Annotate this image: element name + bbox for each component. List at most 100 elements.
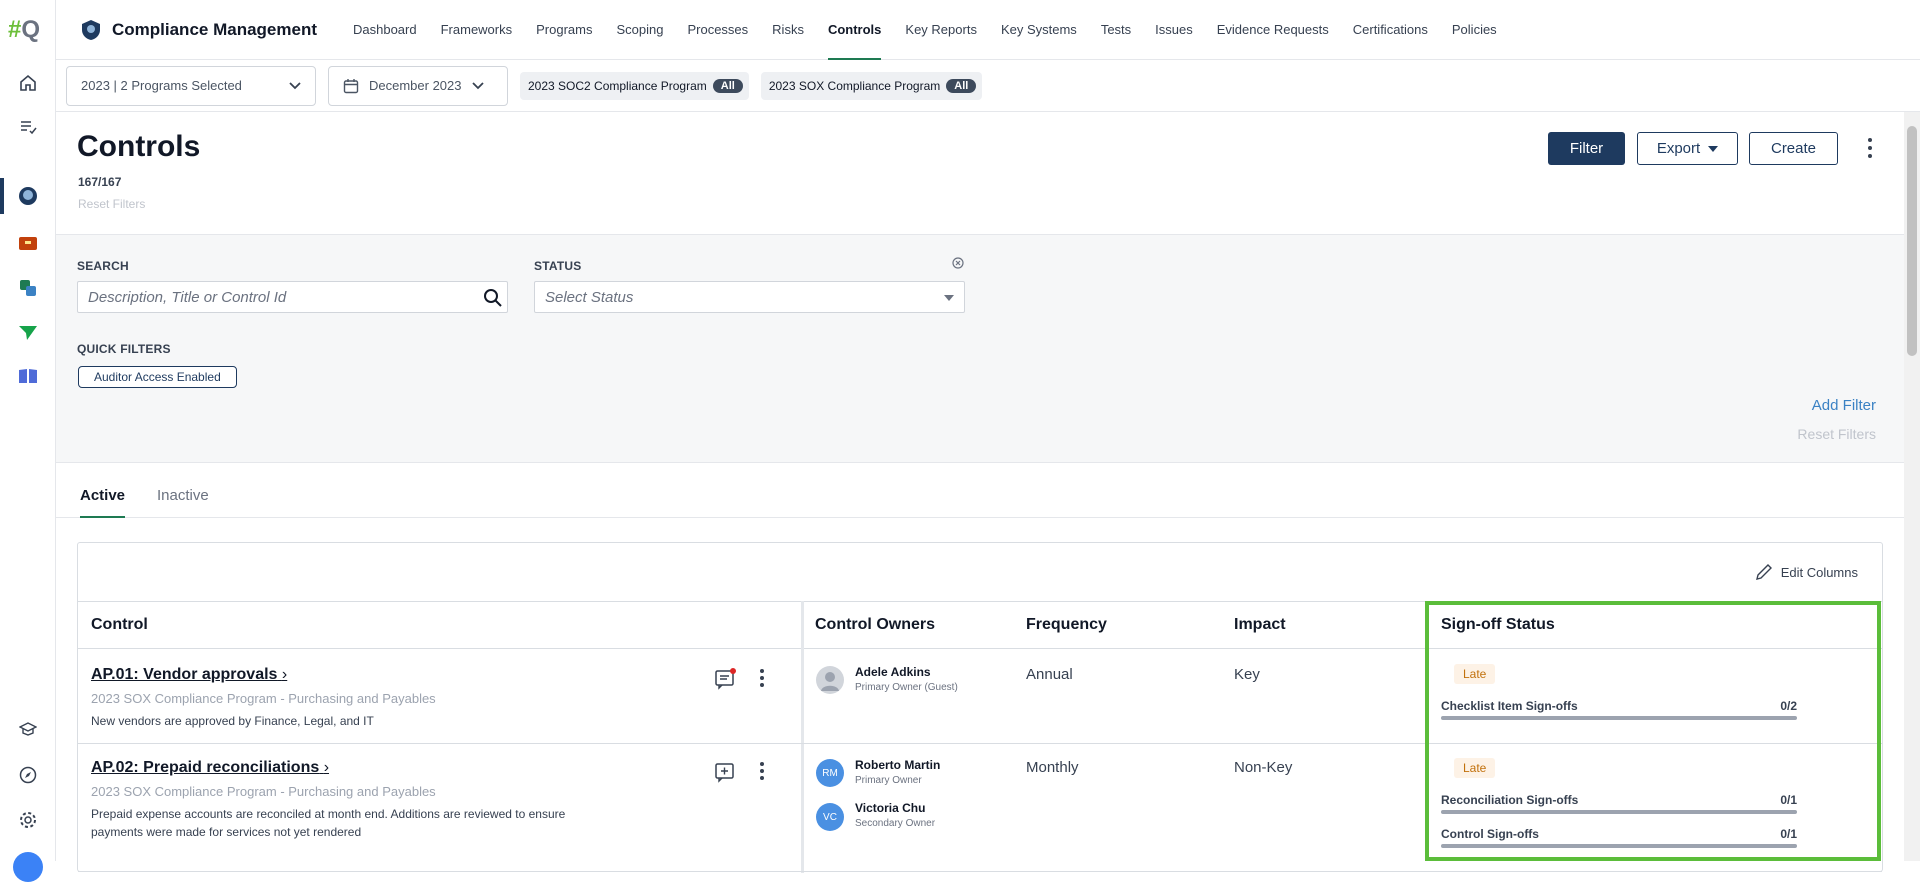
program-chip-label: 2023 SOX Compliance Program: [768, 78, 941, 93]
chevron-right-icon: ›: [281, 666, 288, 683]
row-more-options-icon[interactable]: [754, 761, 770, 781]
status-select[interactable]: Select Status: [534, 281, 965, 313]
clear-status-icon[interactable]: [952, 257, 964, 269]
chevron-down-icon: [471, 81, 484, 89]
left-rail: #Q: [0, 0, 56, 882]
edit-columns-label: Edit Columns: [1780, 564, 1858, 580]
chevron-right-icon: ›: [323, 759, 330, 776]
quick-filter-auditor-access[interactable]: Auditor Access Enabled: [78, 366, 237, 388]
add-comment-icon[interactable]: [714, 761, 736, 783]
tab-active[interactable]: Active: [80, 487, 126, 518]
comment-unread-icon[interactable]: [714, 668, 736, 690]
owner-avatar: RM: [816, 759, 844, 787]
edit-columns-button[interactable]: Edit Columns: [1755, 563, 1858, 581]
app-title: Compliance Management: [112, 19, 317, 39]
owner-name: Roberto Martin: [855, 758, 941, 772]
nav-key-systems[interactable]: Key Systems: [989, 0, 1089, 60]
owner-role: Secondary Owner: [855, 818, 936, 829]
program-select-value: 2023 | 2 Programs Selected: [81, 78, 242, 93]
user-avatar[interactable]: [13, 852, 43, 882]
control-program: 2023 SOX Compliance Program - Purchasing…: [91, 784, 436, 799]
sync-icon[interactable]: [16, 276, 40, 300]
export-button-label: Export: [1656, 140, 1701, 157]
calendar-icon: [343, 78, 359, 93]
signoff-status-highlight: [1425, 601, 1881, 861]
book-icon[interactable]: [16, 364, 40, 388]
send-icon[interactable]: [16, 321, 40, 345]
nav-controls[interactable]: Controls: [816, 0, 893, 60]
search-placeholder: Description, Title or Control Id: [88, 288, 287, 306]
top-navigation: Compliance Management Dashboard Framewor…: [56, 0, 1920, 60]
nav-programs[interactable]: Programs: [524, 0, 604, 60]
control-program: 2023 SOX Compliance Program - Purchasing…: [91, 691, 436, 706]
tab-inactive[interactable]: Inactive: [157, 487, 209, 516]
app-logo[interactable]: #Q: [8, 16, 40, 44]
caret-down-icon: [944, 295, 954, 301]
status-placeholder: Select Status: [545, 288, 634, 306]
column-header-control-owners[interactable]: Control Owners: [815, 616, 935, 634]
search-input[interactable]: Description, Title or Control Id: [77, 281, 508, 313]
owner-avatar: VC: [816, 803, 844, 831]
nav-scoping[interactable]: Scoping: [604, 0, 675, 60]
create-button[interactable]: Create: [1749, 132, 1838, 165]
program-chip-label: 2023 SOC2 Compliance Program: [528, 78, 707, 93]
owner-avatar: [816, 666, 844, 694]
status-label: STATUS: [534, 259, 582, 273]
control-title-link[interactable]: AP.02: Prepaid reconciliations ›: [91, 759, 329, 777]
folder-icon[interactable]: [16, 231, 40, 255]
page-scrollbar[interactable]: [1904, 112, 1920, 861]
column-header-impact[interactable]: Impact: [1234, 616, 1286, 634]
page-header: Controls 167/167 Reset Filters Filter Ex…: [56, 112, 1904, 234]
add-filter-link[interactable]: Add Filter: [1812, 397, 1876, 414]
search-label: SEARCH: [77, 259, 129, 273]
nav-certifications[interactable]: Certifications: [1341, 0, 1440, 60]
nav-key-reports[interactable]: Key Reports: [893, 0, 989, 60]
nav-processes[interactable]: Processes: [675, 0, 760, 60]
nav-policies[interactable]: Policies: [1440, 0, 1509, 60]
nav-risks[interactable]: Risks: [760, 0, 816, 60]
control-description: Prepaid expense accounts are reconciled …: [91, 807, 566, 839]
column-header-control[interactable]: Control: [91, 616, 148, 634]
rail-active-indicator: [0, 178, 4, 214]
program-chip-soc2[interactable]: 2023 SOC2 Compliance Program All: [520, 71, 749, 100]
program-select[interactable]: 2023 | 2 Programs Selected: [66, 65, 316, 106]
frequency-value: Monthly: [1026, 759, 1079, 776]
compliance-shield-icon[interactable]: [16, 184, 40, 208]
control-description: New vendors are approved by Finance, Leg…: [91, 714, 374, 728]
status-tabs: Active Inactive: [56, 463, 1904, 518]
scrollbar-thumb[interactable]: [1907, 126, 1917, 356]
export-button[interactable]: Export: [1637, 132, 1738, 165]
home-icon[interactable]: [16, 71, 40, 95]
program-chip-pill: All: [946, 78, 977, 93]
nav-issues[interactable]: Issues: [1143, 0, 1205, 60]
chevron-down-icon: [289, 81, 301, 89]
impact-value: Non-Key: [1234, 759, 1293, 776]
nav-dashboard[interactable]: Dashboard: [341, 0, 429, 60]
search-icon[interactable]: [483, 288, 503, 308]
owner-name: Adele Adkins: [855, 665, 931, 679]
period-select[interactable]: December 2023: [328, 65, 508, 106]
reset-filters-link[interactable]: Reset Filters: [1797, 426, 1876, 442]
pencil-icon: [1755, 564, 1772, 580]
more-options-icon[interactable]: [1862, 136, 1878, 160]
owner-name: Victoria Chu: [855, 801, 926, 815]
task-list-icon[interactable]: [16, 115, 40, 139]
column-header-frequency[interactable]: Frequency: [1026, 616, 1107, 634]
compass-icon[interactable]: [16, 763, 40, 787]
control-title-link[interactable]: AP.01: Vendor approvals ›: [91, 666, 287, 684]
period-select-value: December 2023: [369, 78, 462, 93]
settings-gear-icon[interactable]: [16, 808, 40, 832]
program-chip-sox[interactable]: 2023 SOX Compliance Program All: [760, 71, 983, 100]
compliance-app-icon: [82, 19, 100, 40]
nav-evidence-requests[interactable]: Evidence Requests: [1205, 0, 1341, 60]
filter-panel: SEARCH Description, Title or Control Id …: [56, 234, 1904, 463]
quick-filters-label: QUICK FILTERS: [77, 342, 171, 356]
impact-value: Key: [1234, 666, 1260, 683]
nav-tests[interactable]: Tests: [1089, 0, 1143, 60]
nav-frameworks[interactable]: Frameworks: [429, 0, 525, 60]
row-more-options-icon[interactable]: [754, 668, 770, 688]
filter-button[interactable]: Filter: [1548, 132, 1625, 165]
reset-filters-link[interactable]: Reset Filters: [78, 197, 145, 211]
frequency-value: Annual: [1026, 666, 1073, 683]
graduation-cap-icon[interactable]: [16, 717, 40, 741]
